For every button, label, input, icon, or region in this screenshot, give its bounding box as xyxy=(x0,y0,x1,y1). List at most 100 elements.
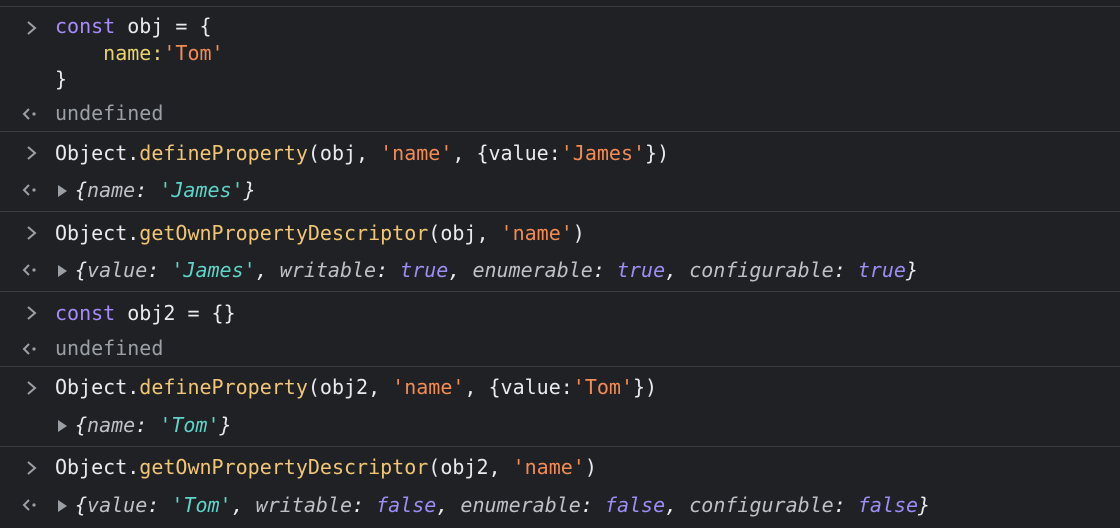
code-token: Object. xyxy=(55,455,140,479)
chevron-right-icon xyxy=(27,21,37,35)
key-token: writable xyxy=(279,258,377,282)
console-output-row[interactable]: {value: 'James', writable: true, enumera… xyxy=(0,251,1120,291)
brace-token: } xyxy=(243,178,256,202)
method-token: defineProperty xyxy=(139,375,308,399)
brace-token: } xyxy=(905,258,919,282)
code-line: } xyxy=(55,66,67,92)
string-token: 'name' xyxy=(380,141,453,165)
punct-token: : xyxy=(352,493,377,517)
punct-token: : xyxy=(580,493,605,517)
key-token: enumerable xyxy=(472,258,593,282)
object-preview: {value: 'James', writable: true, enumera… xyxy=(75,257,918,283)
code-token: , {value: xyxy=(464,375,573,399)
code-token: , {value: xyxy=(452,141,561,165)
string-value-token: 'James' xyxy=(171,258,256,282)
punct-token: : xyxy=(147,493,172,517)
boolean-value-token: false xyxy=(857,493,919,517)
console-input-row[interactable]: const obj = { name:'Tom' } xyxy=(0,6,1120,98)
string-value-token: 'James' xyxy=(159,178,244,202)
chevron-right-icon xyxy=(27,146,37,160)
code-token: Object. xyxy=(55,221,140,245)
boolean-value-token: true xyxy=(857,258,906,282)
object-preview: {value: 'Tom', writable: false, enumerab… xyxy=(75,492,930,518)
object-preview: {name: 'James'} xyxy=(75,177,256,203)
key-token: configurable xyxy=(689,258,834,282)
punct-token: : xyxy=(592,258,617,282)
key-token: enumerable xyxy=(460,493,581,517)
code-token: }) xyxy=(633,375,658,399)
method-token: getOwnPropertyDescriptor xyxy=(139,221,429,245)
string-token: 'Tom' xyxy=(572,375,634,399)
expand-triangle-icon[interactable] xyxy=(58,265,67,277)
code-line: Object.getOwnPropertyDescriptor(obj2, 'n… xyxy=(55,454,597,480)
key-token: name xyxy=(87,413,136,437)
result-text: undefined xyxy=(55,101,164,125)
brace-token: { xyxy=(75,178,88,202)
expand-triangle-icon[interactable] xyxy=(58,420,67,432)
return-arrow-icon xyxy=(22,343,36,355)
punct-token: , xyxy=(665,258,690,282)
code-token: } xyxy=(55,67,68,91)
string-token: 'name' xyxy=(512,455,585,479)
code-token: ) xyxy=(572,221,585,245)
chevron-right-icon xyxy=(27,381,37,395)
console-input-row[interactable]: Object.defineProperty(obj, 'name', {valu… xyxy=(0,131,1120,171)
punct-token: : xyxy=(376,258,401,282)
code-token: (obj2, xyxy=(428,455,513,479)
code-token: obj = { xyxy=(115,14,212,38)
devtools-console: const obj = { name:'Tom' } undefined Obj… xyxy=(0,0,1120,528)
brace-token: { xyxy=(75,258,88,282)
key-token: configurable xyxy=(689,493,834,517)
code-token: (obj2, xyxy=(307,375,393,399)
key-token: value xyxy=(87,493,148,517)
string-token: 'name' xyxy=(500,221,573,245)
console-input-row[interactable]: Object.defineProperty(obj2, 'name', {val… xyxy=(0,366,1120,406)
chevron-right-icon xyxy=(27,306,37,320)
punct-token: , xyxy=(436,493,461,517)
punct-token: : xyxy=(135,413,160,437)
punct-token: , xyxy=(231,493,256,517)
expand-triangle-icon[interactable] xyxy=(58,500,67,512)
code-token: (obj, xyxy=(307,141,381,165)
string-value-token: 'Tom' xyxy=(159,413,220,437)
expand-triangle-icon[interactable] xyxy=(58,185,67,197)
console-input-row[interactable]: Object.getOwnPropertyDescriptor(obj2, 'n… xyxy=(0,446,1120,486)
string-token: 'name' xyxy=(392,375,465,399)
key-token: name xyxy=(87,178,136,202)
key-token: writable xyxy=(255,493,352,517)
code-line: name:'Tom' xyxy=(55,40,224,66)
object-preview: {name: 'Tom'} xyxy=(75,412,232,438)
return-arrow-icon xyxy=(22,184,36,196)
property-token: name: xyxy=(55,41,164,65)
code-line: const obj2 = {} xyxy=(55,300,236,326)
return-arrow-icon xyxy=(22,264,36,276)
console-output-row[interactable]: {value: 'Tom', writable: false, enumerab… xyxy=(0,486,1120,528)
console-output-row[interactable]: {name: 'James'} xyxy=(0,171,1120,211)
punct-token: , xyxy=(255,258,280,282)
code-line: Object.getOwnPropertyDescriptor(obj, 'na… xyxy=(55,220,585,246)
boolean-value-token: true xyxy=(616,258,666,282)
console-result-row: undefined xyxy=(0,331,1120,366)
console-input-row[interactable]: const obj2 = {} xyxy=(0,291,1120,331)
punct-token: , xyxy=(665,493,690,517)
console-input-row[interactable]: Object.getOwnPropertyDescriptor(obj, 'na… xyxy=(0,211,1120,251)
boolean-value-token: false xyxy=(376,493,437,517)
punct-token: : xyxy=(833,493,858,517)
punct-token: : xyxy=(135,178,160,202)
string-value-token: 'Tom' xyxy=(171,493,232,517)
method-token: getOwnPropertyDescriptor xyxy=(139,455,429,479)
chevron-right-icon xyxy=(27,226,37,240)
punct-token: , xyxy=(448,258,473,282)
boolean-value-token: false xyxy=(604,493,666,517)
brace-token: { xyxy=(75,413,88,437)
punct-token: : xyxy=(833,258,858,282)
console-output-row[interactable]: {name: 'Tom'} xyxy=(0,406,1120,446)
code-token: }) xyxy=(645,141,670,165)
string-token: 'Tom' xyxy=(163,41,224,65)
code-line: const obj = { xyxy=(55,13,212,39)
code-token: ) xyxy=(584,455,597,479)
key-token: value xyxy=(87,258,148,282)
return-arrow-icon xyxy=(22,499,36,511)
brace-token: { xyxy=(75,493,88,517)
code-line: Object.defineProperty(obj2, 'name', {val… xyxy=(55,374,657,400)
